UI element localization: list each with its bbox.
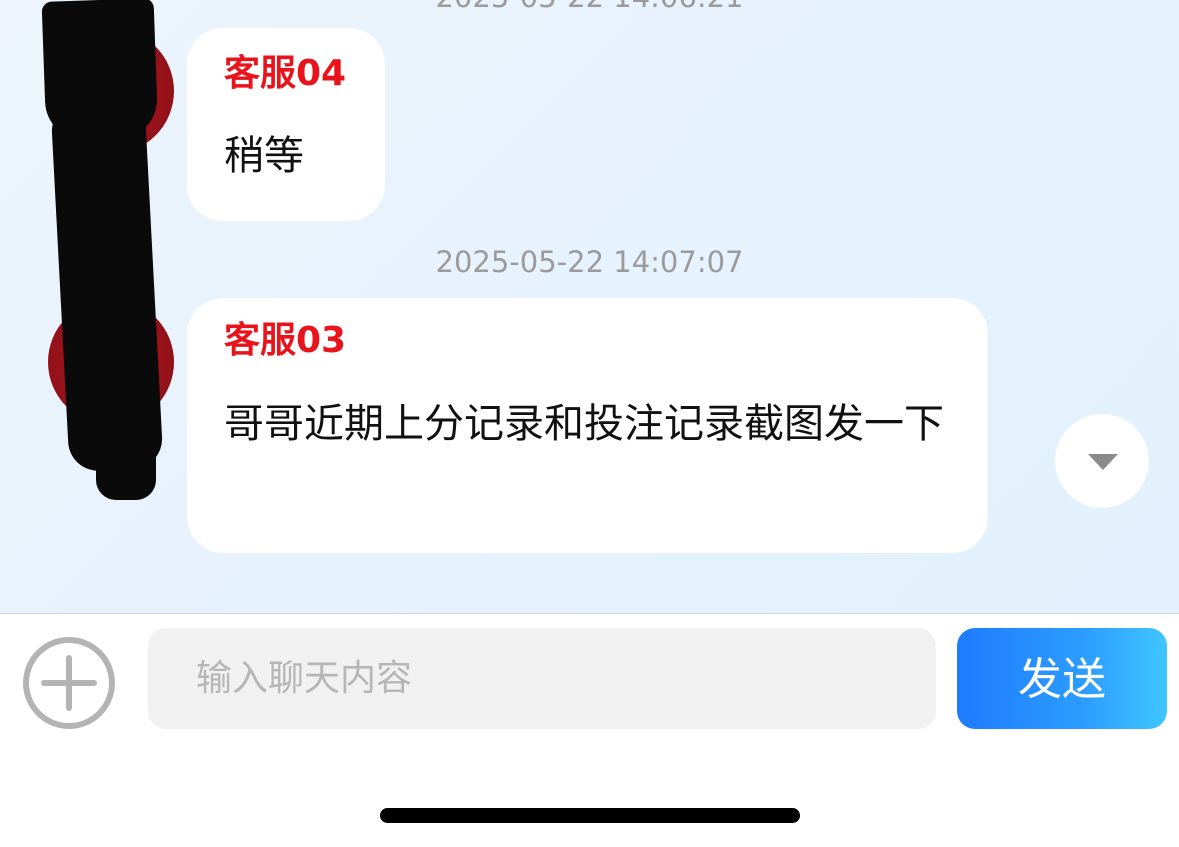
message-bubble: 客服03 哥哥近期上分记录和投注记录截图发一下 bbox=[187, 298, 988, 553]
redaction-mark bbox=[96, 380, 156, 500]
plus-circle-icon bbox=[23, 637, 115, 729]
chat-area[interactable]: 2025-05-22 14:06:21 客服04 稍等 2025-05-22 1… bbox=[0, 0, 1179, 613]
scroll-to-bottom-button[interactable] bbox=[1055, 414, 1149, 508]
home-indicator[interactable] bbox=[380, 808, 800, 823]
message-timestamp: 2025-05-22 14:07:07 bbox=[435, 245, 744, 279]
message-text: 稍等 bbox=[224, 133, 304, 179]
message-text: 哥哥近期上分记录和投注记录截图发一下 bbox=[224, 401, 944, 447]
send-button[interactable]: 发送 bbox=[957, 628, 1167, 729]
add-attachment-button[interactable] bbox=[22, 636, 116, 730]
message-input-container bbox=[148, 628, 936, 729]
divider bbox=[0, 613, 1179, 614]
sender-name: 客服04 bbox=[224, 53, 347, 94]
message-timestamp: 2025-05-22 14:06:21 bbox=[0, 0, 1179, 14]
message-input[interactable] bbox=[148, 628, 936, 729]
sender-name: 客服03 bbox=[224, 320, 347, 361]
caret-down-icon bbox=[1088, 454, 1118, 470]
message-bubble: 客服04 稍等 bbox=[187, 28, 385, 221]
